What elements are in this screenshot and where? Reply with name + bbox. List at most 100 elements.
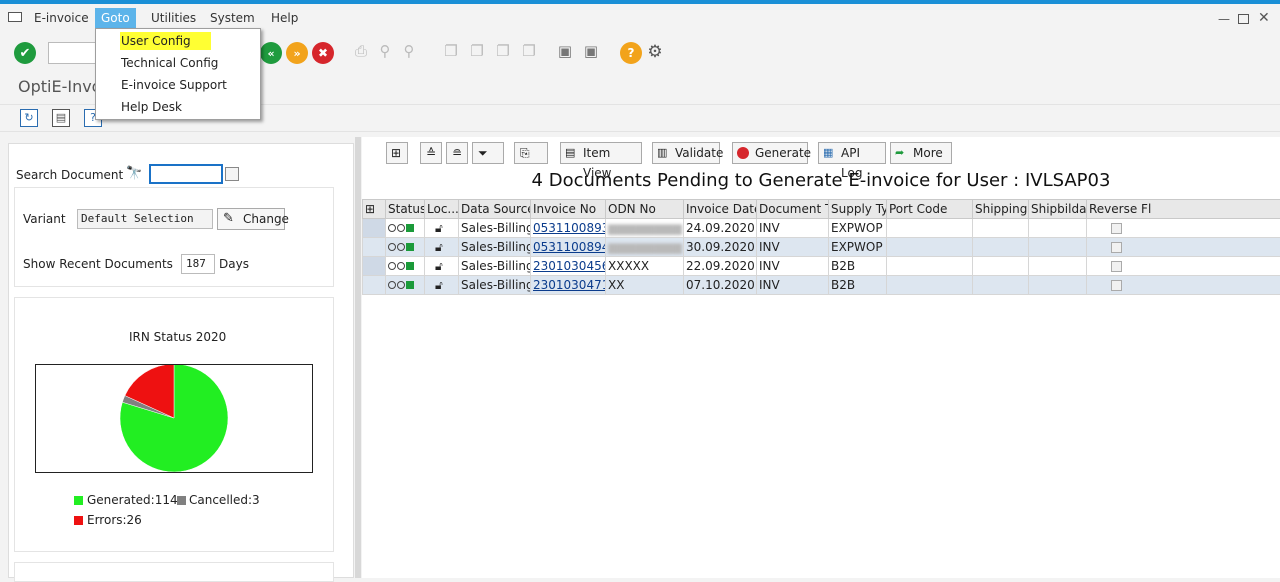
- column-header[interactable]: Supply Type: [829, 200, 887, 219]
- next-page-icon[interactable]: ❐: [494, 42, 512, 62]
- invoice-link[interactable]: 0531100894: [533, 240, 606, 254]
- filter-icon[interactable]: ⏷: [472, 142, 504, 164]
- table-row[interactable]: 🔓︎Sales-Billing2301030471XX07.10.2020INV…: [363, 276, 1280, 295]
- column-header[interactable]: Port Code: [887, 200, 973, 219]
- close-icon[interactable]: ✕: [1258, 10, 1270, 26]
- documents-table: ⊞ Status Loc... Data Source Invoice No O…: [362, 199, 1280, 295]
- first-page-icon[interactable]: ❐: [442, 42, 460, 62]
- enter-check-icon[interactable]: ✔: [14, 42, 36, 64]
- shipping-bill-cell: [973, 276, 1029, 295]
- invoice-no-cell[interactable]: 0531100893: [531, 219, 606, 238]
- column-header[interactable]: Status: [386, 200, 425, 219]
- more-button[interactable]: ➦More: [890, 142, 952, 164]
- variant-field[interactable]: Default Selection: [77, 209, 213, 229]
- table-header-row: ⊞ Status Loc... Data Source Invoice No O…: [363, 200, 1280, 219]
- find-icon[interactable]: ⚲: [376, 42, 394, 62]
- invoice-no-cell[interactable]: 2301030456: [531, 257, 606, 276]
- table-row[interactable]: 🔓︎Sales-Billing2301030456XXXXX22.09.2020…: [363, 257, 1280, 276]
- search-document-input[interactable]: [149, 164, 223, 184]
- reverse-flag-cell: [1087, 276, 1280, 295]
- row-selector[interactable]: [363, 238, 386, 257]
- exit-icon[interactable]: »: [286, 42, 308, 64]
- settings-gear-icon[interactable]: ⚙: [646, 42, 664, 62]
- redacted-odn: ▆▆▆▆▆▆▆▆: [608, 221, 682, 235]
- port-code-cell: [887, 276, 973, 295]
- shortcut-icon[interactable]: ▣: [582, 42, 600, 62]
- command-field[interactable]: [48, 42, 98, 64]
- invoice-link[interactable]: 2301030456: [533, 259, 606, 273]
- api-log-icon: ▦: [823, 146, 837, 160]
- panel-splitter[interactable]: [355, 137, 361, 578]
- binoculars-icon[interactable]: 🔭: [126, 166, 144, 183]
- print-icon[interactable]: ⎙: [352, 42, 370, 62]
- document-type-cell: INV: [757, 219, 829, 238]
- lock-cell[interactable]: 🔓︎: [425, 238, 459, 257]
- menu-goto[interactable]: Goto: [95, 8, 136, 28]
- status-lights-icon: [388, 243, 414, 251]
- value-help-icon[interactable]: [225, 167, 239, 181]
- data-source-cell: Sales-Billing: [459, 238, 531, 257]
- item-view-button[interactable]: ▤Item View: [560, 142, 642, 164]
- menu-item-technical-config[interactable]: Technical Config: [121, 54, 218, 72]
- generate-button[interactable]: Generate: [732, 142, 808, 164]
- app-menu-icon[interactable]: [8, 12, 22, 22]
- column-header[interactable]: Invoice No: [531, 200, 606, 219]
- invoice-date-cell: 07.10.2020: [684, 276, 757, 295]
- menu-help[interactable]: Help: [265, 8, 304, 28]
- shipbill-date-cell: [1029, 238, 1087, 257]
- row-selector[interactable]: [363, 276, 386, 295]
- column-header[interactable]: Invoice Date: [684, 200, 757, 219]
- export-icon[interactable]: ⎘: [514, 142, 548, 164]
- legend-errors: Errors:26: [87, 513, 142, 527]
- recent-days-field[interactable]: 187: [181, 254, 215, 274]
- sort-ascending-icon[interactable]: ≙: [420, 142, 442, 164]
- table-row[interactable]: 🔓︎Sales-Billing0531100893▆▆▆▆▆▆▆▆24.09.2…: [363, 219, 1280, 238]
- select-all-icon[interactable]: ⊞: [363, 200, 386, 219]
- menu-utilities[interactable]: Utilities: [145, 8, 202, 28]
- lock-cell[interactable]: 🔓︎: [425, 257, 459, 276]
- menu-system[interactable]: System: [204, 8, 261, 28]
- column-header[interactable]: Document T: [757, 200, 829, 219]
- page-title: OptiE-Invo: [18, 77, 101, 96]
- column-header[interactable]: ODN No: [606, 200, 684, 219]
- invoice-no-cell[interactable]: 0531100894: [531, 238, 606, 257]
- data-source-cell: Sales-Billing: [459, 219, 531, 238]
- menu-item-help-desk[interactable]: Help Desk: [121, 98, 182, 116]
- shipping-bill-cell: [973, 219, 1029, 238]
- menu-item-user-config[interactable]: User Config: [120, 32, 211, 50]
- invoice-no-cell[interactable]: 2301030471: [531, 276, 606, 295]
- api-log-button[interactable]: ▦API Log: [818, 142, 886, 164]
- table-row[interactable]: 🔓︎Sales-Billing0531100894▆▆▆▆▆▆▆▆30.09.2…: [363, 238, 1280, 257]
- refresh-icon[interactable]: ↻: [20, 109, 38, 127]
- sort-descending-icon[interactable]: ≘: [446, 142, 468, 164]
- column-header[interactable]: Shipping Bill No: [973, 200, 1029, 219]
- invoice-link[interactable]: 2301030471: [533, 278, 606, 292]
- help-icon[interactable]: ?: [620, 42, 642, 64]
- last-page-icon[interactable]: ❐: [520, 42, 538, 62]
- layout-icon[interactable]: ▤: [52, 109, 70, 127]
- invoice-link[interactable]: 0531100893: [533, 221, 606, 235]
- maximize-icon[interactable]: [1238, 14, 1249, 24]
- change-variant-button[interactable]: ✎ Change: [217, 208, 285, 230]
- document-type-cell: INV: [757, 276, 829, 295]
- days-label: Days: [219, 257, 249, 271]
- lock-cell[interactable]: 🔓︎: [425, 219, 459, 238]
- column-header[interactable]: Shipbildat: [1029, 200, 1087, 219]
- cancel-icon[interactable]: ✖: [312, 42, 334, 64]
- menu-item-e-invoice-support[interactable]: E-invoice Support: [121, 76, 227, 94]
- previous-page-icon[interactable]: ❐: [468, 42, 486, 62]
- details-icon[interactable]: ⊞: [386, 142, 408, 164]
- lock-cell[interactable]: 🔓︎: [425, 276, 459, 295]
- minimize-icon[interactable]: —: [1218, 12, 1230, 26]
- column-header[interactable]: Data Source: [459, 200, 531, 219]
- column-header[interactable]: Loc...: [425, 200, 459, 219]
- status-lights-icon: [388, 281, 414, 289]
- validate-button[interactable]: ▥Validate: [652, 142, 720, 164]
- back-icon[interactable]: «: [260, 42, 282, 64]
- new-session-icon[interactable]: ▣: [556, 42, 574, 62]
- column-header[interactable]: Reverse Fl: [1087, 200, 1280, 219]
- find-next-icon[interactable]: ⚲: [400, 42, 418, 62]
- menu-e-invoice[interactable]: E-invoice: [28, 8, 95, 28]
- row-selector[interactable]: [363, 257, 386, 276]
- row-selector[interactable]: [363, 219, 386, 238]
